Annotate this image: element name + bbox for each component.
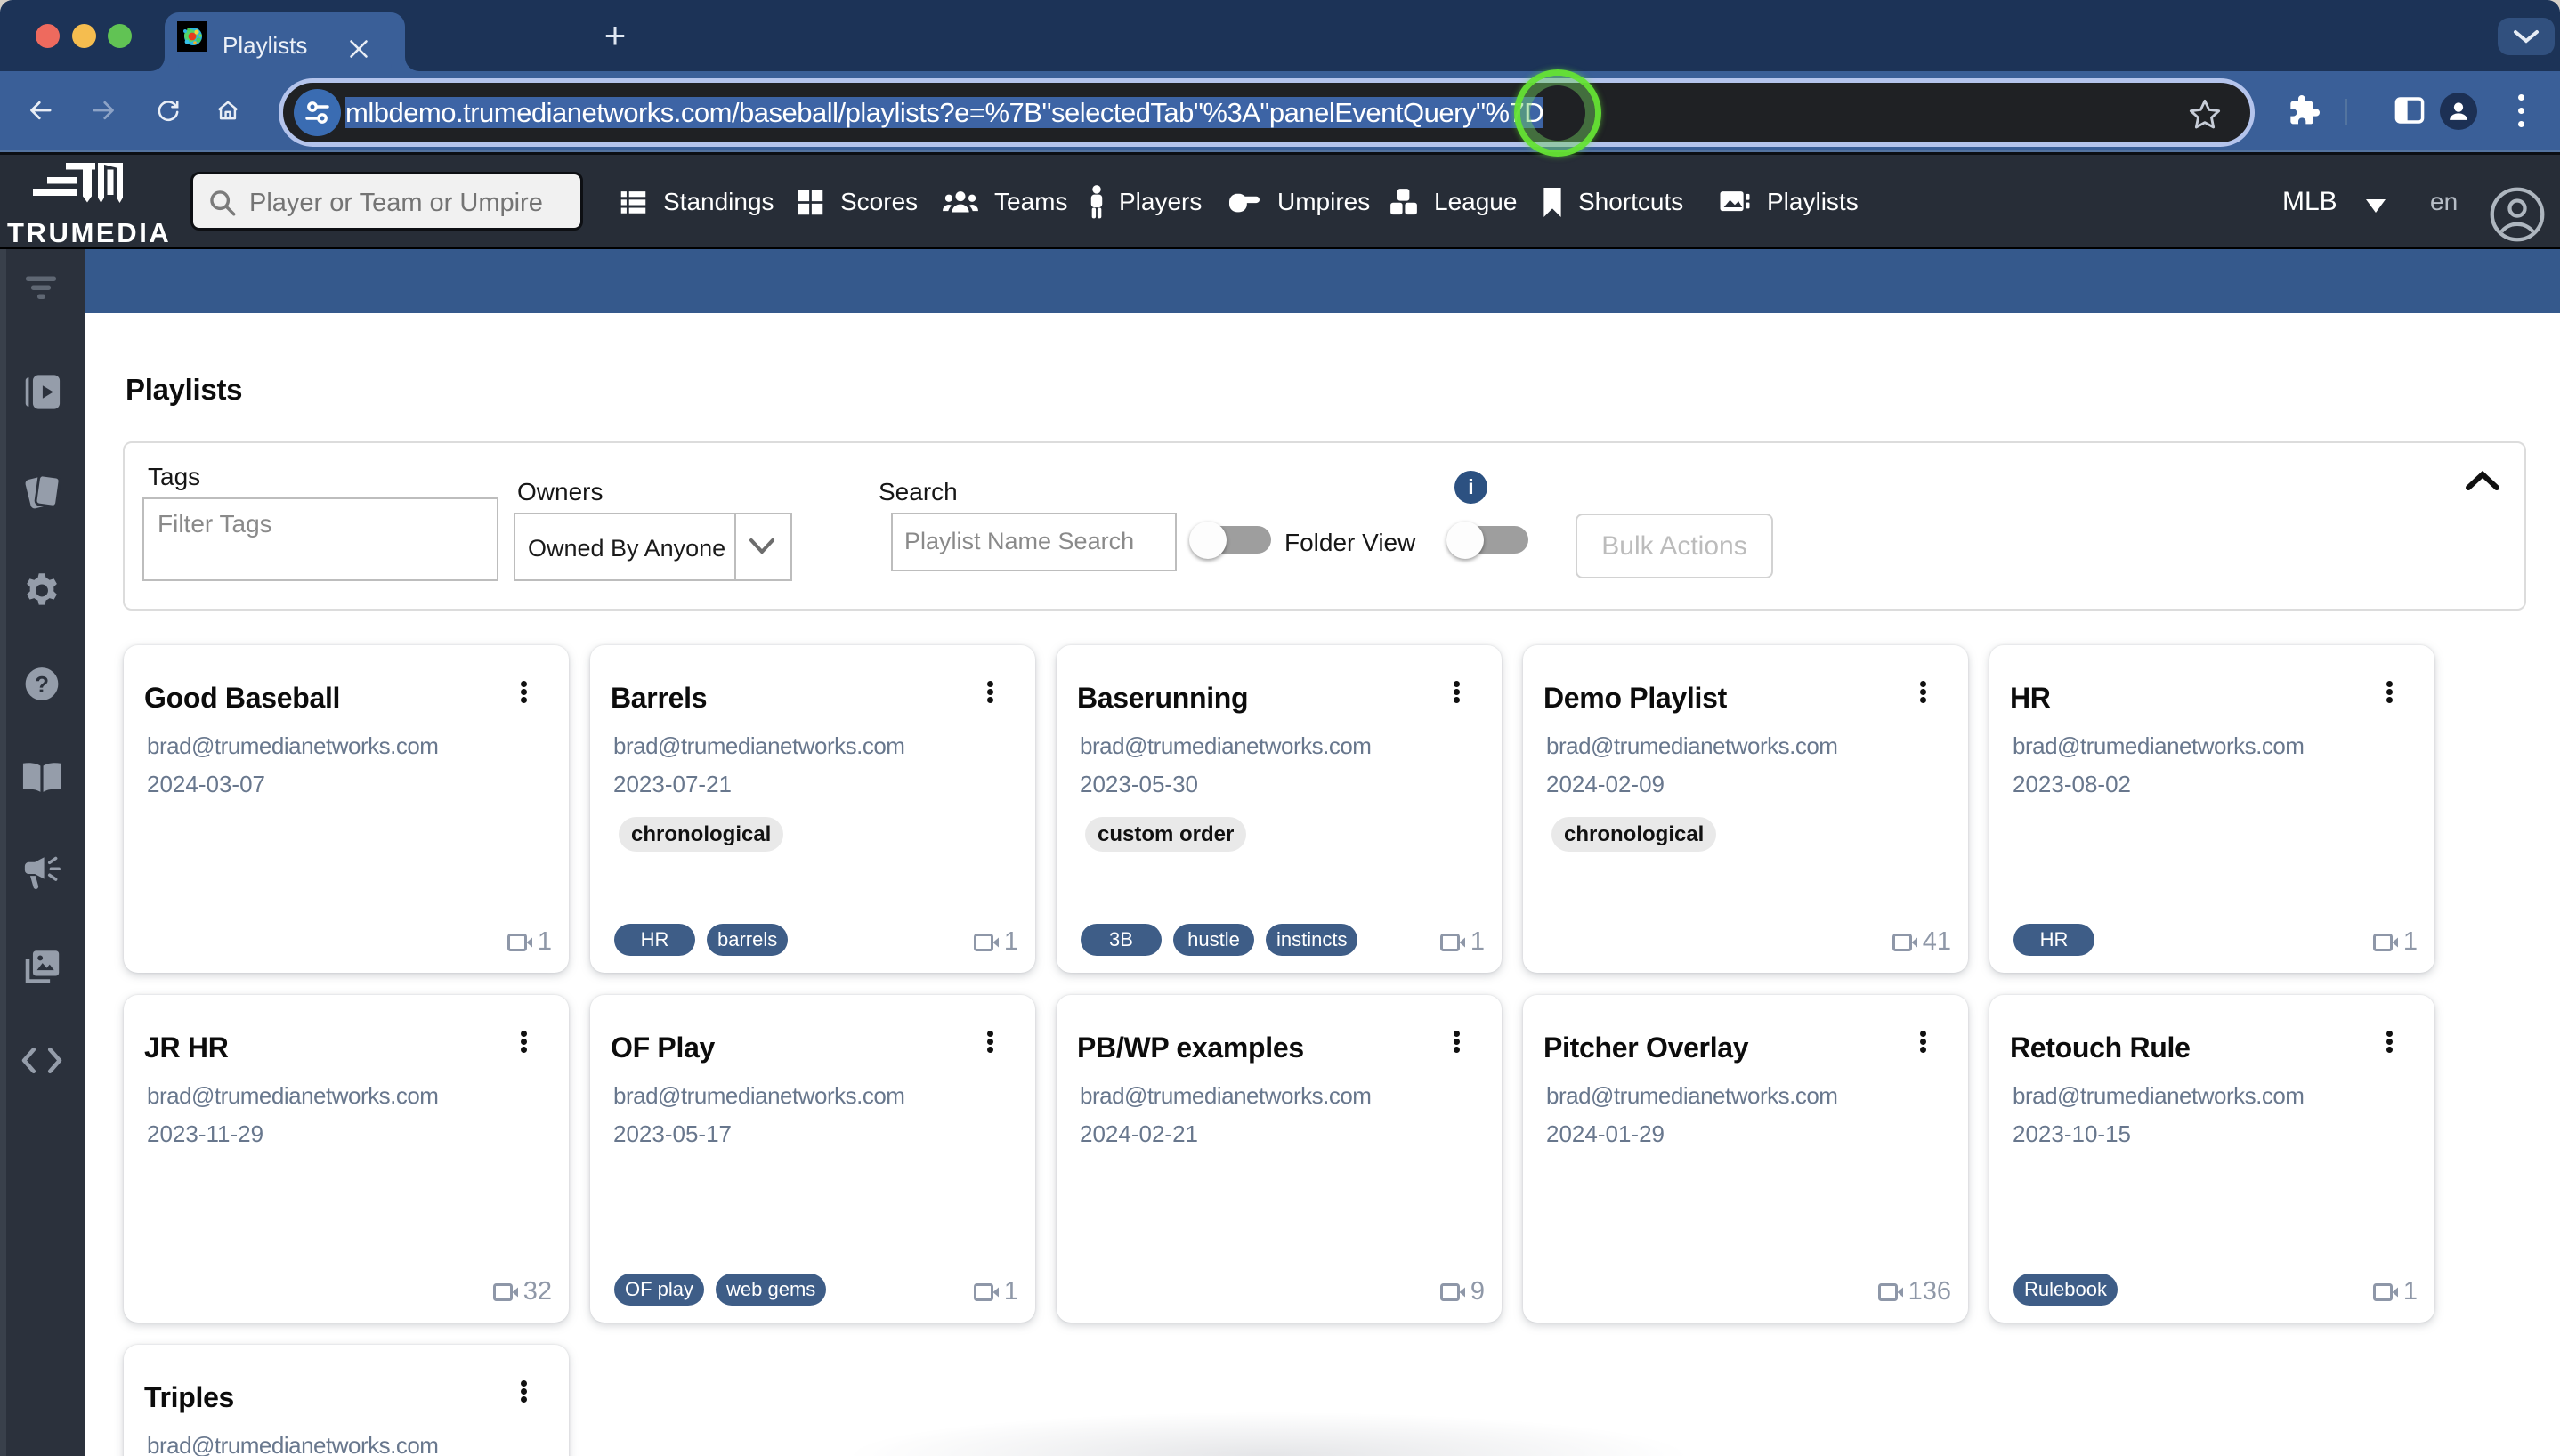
svg-text:?: ? xyxy=(35,671,49,698)
